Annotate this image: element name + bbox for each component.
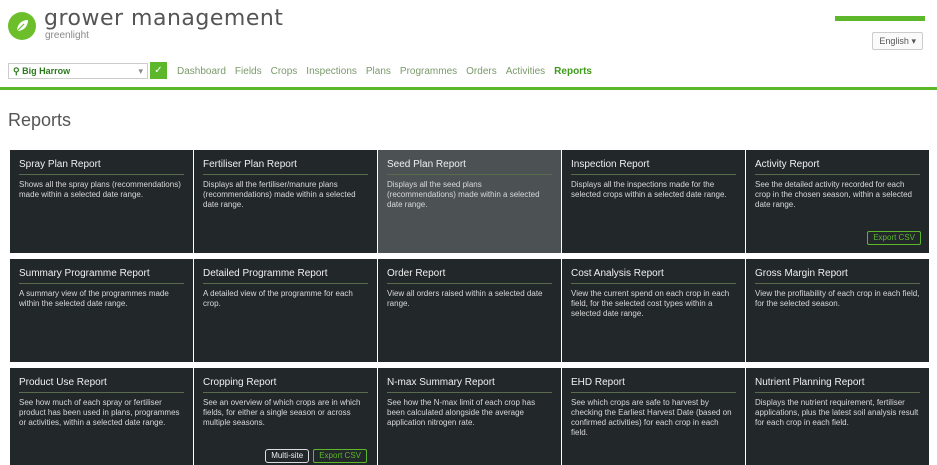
nav-item-dashboard[interactable]: Dashboard — [177, 66, 226, 77]
nav-item-orders[interactable]: Orders — [466, 66, 497, 77]
report-card-product-use-report[interactable]: Product Use Report See how much of each s… — [10, 368, 193, 465]
report-card-cropping-report[interactable]: Cropping Report See an overview of which … — [194, 368, 377, 465]
nav-item-fields[interactable]: Fields — [235, 66, 262, 77]
farm-value: Big Harrow — [22, 66, 71, 76]
report-card-description: Displays all the seed plans (recommendat… — [387, 180, 540, 209]
nav-underline — [0, 87, 937, 90]
header-accent-bar — [835, 16, 925, 21]
report-card-title: Product Use Report — [19, 368, 184, 393]
farm-go-button[interactable]: ✓ — [150, 62, 167, 79]
search-icon: ⚲ — [13, 66, 20, 76]
report-card-description: Displays all the inspections made for th… — [571, 180, 727, 199]
report-card-ehd-report[interactable]: EHD Report See which crops are safe to ha… — [562, 368, 745, 465]
main-nav: Dashboard Fields Crops Inspections Plans Prog… — [177, 66, 601, 77]
report-card-title: N-max Summary Report — [387, 368, 552, 393]
report-card-title: Cost Analysis Report — [571, 259, 736, 284]
card-button-group: Multi-site Export CSV — [265, 449, 367, 463]
report-card-spray-plan-report[interactable]: Spray Plan Report Shows all the spray pla… — [10, 150, 193, 253]
nav-item-plans[interactable]: Plans — [366, 66, 391, 77]
brand-name: grower management — [44, 6, 284, 31]
report-card-description: Displays all the fertiliser/manure plans… — [203, 180, 356, 209]
report-card-detailed-programme-report[interactable]: Detailed Programme Report A detailed view… — [194, 259, 377, 362]
report-card-description: See the detailed activity recorded for e… — [755, 180, 912, 209]
report-card-description: A summary view of the programmes made wi… — [19, 289, 169, 308]
farm-search-input[interactable]: ⚲ Big Harrow ▾ — [8, 63, 148, 79]
report-card-fertiliser-plan-report[interactable]: Fertiliser Plan Report Displays all the f… — [194, 150, 377, 253]
report-card-description: View the current spend on each crop in e… — [571, 289, 730, 318]
report-card-title: Spray Plan Report — [19, 150, 184, 175]
report-card-title: EHD Report — [571, 368, 736, 393]
report-card-n-max-summary-report[interactable]: N-max Summary Report See how the N-max li… — [378, 368, 561, 465]
report-card-title: Seed Plan Report — [387, 150, 552, 175]
page-title: Reports — [8, 110, 72, 130]
nav-item-reports[interactable]: Reports — [554, 66, 592, 77]
report-card-title: Detailed Programme Report — [203, 259, 368, 284]
report-card-title: Nutrient Planning Report — [755, 368, 920, 393]
report-card-description: See how the N-max limit of each crop has… — [387, 398, 536, 427]
report-card-description: See which crops are safe to harvest by c… — [571, 398, 732, 437]
nav-item-inspections[interactable]: Inspections — [306, 66, 357, 77]
report-card-inspection-report[interactable]: Inspection Report Displays all the inspec… — [562, 150, 745, 253]
report-card-title: Gross Margin Report — [755, 259, 920, 284]
report-card-description: View the profitability of each crop in e… — [755, 289, 920, 308]
report-card-title: Activity Report — [755, 150, 920, 175]
export-csv-button[interactable]: Export CSV — [867, 231, 921, 245]
language-select[interactable]: English ▾ — [872, 32, 923, 50]
report-card-description: Shows all the spray plans (recommendatio… — [19, 180, 181, 199]
nav-item-crops[interactable]: Crops — [271, 66, 298, 77]
nav-item-programmes[interactable]: Programmes — [400, 66, 457, 77]
report-card-description: See an overview of which crops are in wh… — [203, 398, 361, 427]
report-card-title: Summary Programme Report — [19, 259, 184, 284]
app-header: grower management greenlight English ▾ ⚲… — [0, 0, 937, 92]
report-card-summary-programme-report[interactable]: Summary Programme Report A summary view o… — [10, 259, 193, 362]
report-card-description: Displays the nutrient requirement, ferti… — [755, 398, 919, 427]
report-card-seed-plan-report[interactable]: Seed Plan Report Displays all the seed pl… — [378, 150, 561, 253]
report-card-gross-margin-report[interactable]: Gross Margin Report View the profitabilit… — [746, 259, 929, 362]
multi-site-button[interactable]: Multi-site — [265, 449, 310, 463]
report-card-title: Fertiliser Plan Report — [203, 150, 368, 175]
chevron-down-icon: ▾ — [138, 66, 143, 76]
report-card-activity-report[interactable]: Activity Report See the detailed activity… — [746, 150, 929, 253]
report-card-description: A detailed view of the programme for eac… — [203, 289, 353, 308]
report-card-title: Order Report — [387, 259, 552, 284]
language-value: English — [879, 36, 909, 46]
report-card-description: See how much of each spray or fertiliser… — [19, 398, 180, 427]
nav-item-activities[interactable]: Activities — [506, 66, 545, 77]
leaf-icon[interactable] — [8, 12, 36, 40]
report-card-nutrient-planning-report[interactable]: Nutrient Planning Report Displays the nut… — [746, 368, 929, 465]
brand-subtitle: greenlight — [45, 30, 89, 41]
report-card-description: View all orders raised within a selected… — [387, 289, 543, 308]
report-card-title: Cropping Report — [203, 368, 368, 393]
export-csv-button[interactable]: Export CSV — [313, 449, 367, 463]
report-card-order-report[interactable]: Order Report View all orders raised withi… — [378, 259, 561, 362]
report-card-cost-analysis-report[interactable]: Cost Analysis Report View the current spe… — [562, 259, 745, 362]
report-grid: Spray Plan Report Shows all the spray pla… — [10, 150, 930, 465]
chevron-down-icon: ▾ — [911, 36, 916, 46]
report-card-title: Inspection Report — [571, 150, 736, 175]
